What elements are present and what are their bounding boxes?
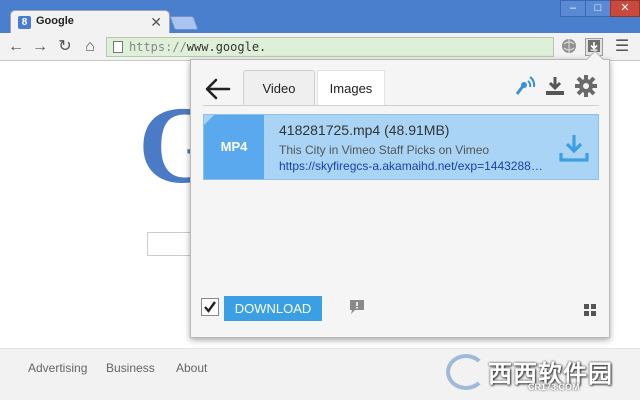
browser-tab[interactable]: 8 Google ✕ xyxy=(10,10,170,34)
footer-link-about[interactable]: About xyxy=(176,361,207,375)
footer-link-advertising[interactable]: Advertising xyxy=(28,361,87,375)
forward-button[interactable]: → xyxy=(30,37,50,57)
minimize-button[interactable]: – xyxy=(560,0,586,17)
feedback-icon[interactable] xyxy=(349,299,365,315)
downloader-popup: Video Images MP4 418281725.mp4 (48.91MB)… xyxy=(190,50,610,338)
cast-icon[interactable] xyxy=(513,74,537,98)
window-titlebar: 8 Google ✕ – □ ✕ xyxy=(0,0,640,34)
url-scheme: https:// xyxy=(129,40,187,54)
back-arrow-icon[interactable] xyxy=(203,74,233,104)
browser-toolbar: ← → ↻ ⌂ https://www.google. ☰ xyxy=(0,33,640,61)
item-title: 418281725.mp4 (48.91MB) xyxy=(279,122,450,138)
item-subtitle: This City in Vimeo Staff Picks on Vimeo xyxy=(279,143,490,157)
maximize-button[interactable]: □ xyxy=(585,0,611,17)
watermark-logo-icon xyxy=(446,354,486,390)
menu-icon[interactable]: ☰ xyxy=(613,38,631,56)
tab-title: Google xyxy=(36,15,74,27)
downloads-icon[interactable] xyxy=(543,74,567,98)
home-button[interactable]: ⌂ xyxy=(80,37,100,57)
new-tab-button[interactable] xyxy=(169,16,199,30)
grid-view-icon[interactable] xyxy=(584,303,596,316)
watermark-subtext: CR173.COM xyxy=(528,382,580,392)
url-host: www.google. xyxy=(186,40,267,54)
address-text: https://www.google. xyxy=(129,40,266,54)
google-favicon-icon: 8 xyxy=(18,16,31,29)
tab-close-icon[interactable]: ✕ xyxy=(150,14,162,30)
reload-button[interactable]: ↻ xyxy=(55,37,75,57)
page-icon xyxy=(113,41,123,53)
item-download-icon[interactable] xyxy=(558,133,590,163)
tab-video[interactable]: Video xyxy=(243,70,315,106)
tab-images[interactable]: Images xyxy=(317,70,385,106)
footer-link-business[interactable]: Business xyxy=(106,361,155,375)
tab-divider xyxy=(203,105,599,106)
settings-gear-icon[interactable] xyxy=(574,74,598,98)
back-button[interactable]: ← xyxy=(6,37,26,57)
download-button[interactable]: DOWNLOAD xyxy=(224,296,322,321)
list-item[interactable]: MP4 418281725.mp4 (48.91MB) This City in… xyxy=(203,114,599,180)
badge-fold xyxy=(204,115,214,125)
globe-extension-icon[interactable] xyxy=(560,38,578,56)
item-url[interactable]: https://skyfiregcs-a.akamaihd.net/exp=14… xyxy=(279,159,549,173)
address-bar[interactable]: https://www.google. xyxy=(106,37,554,57)
select-all-checkbox[interactable] xyxy=(201,298,219,316)
close-window-button[interactable]: ✕ xyxy=(610,0,640,17)
watermark: 西西软件园 CR173.COM xyxy=(440,352,620,392)
